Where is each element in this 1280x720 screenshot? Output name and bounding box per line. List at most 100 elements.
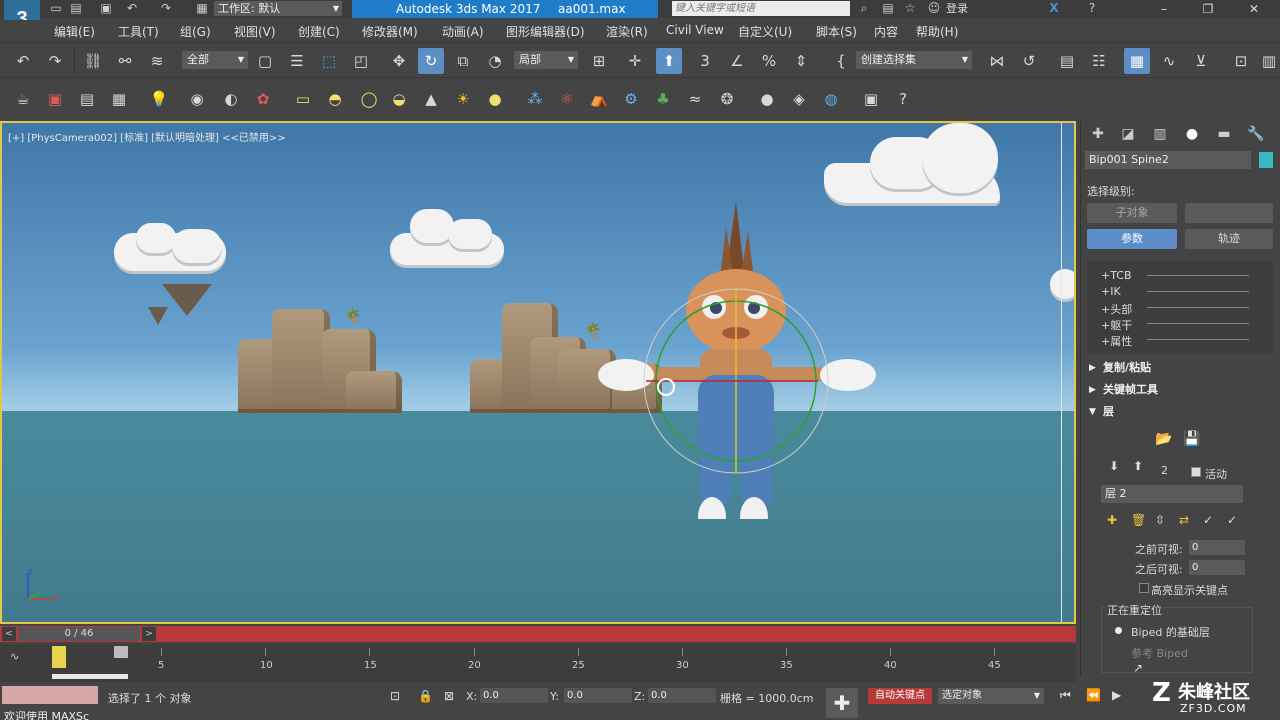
spinner-snap-icon[interactable]: ⇕: [788, 48, 814, 74]
align-icon[interactable]: ↺: [1016, 48, 1042, 74]
selection-filter-dropdown[interactable]: 全部 ▼: [182, 51, 248, 69]
menu-civil-view[interactable]: Civil View: [666, 23, 724, 37]
login-link[interactable]: 登录: [946, 0, 968, 18]
film-icon[interactable]: ✿: [250, 86, 276, 112]
undo-icon[interactable]: ↶: [10, 48, 36, 74]
undo-icon[interactable]: ↶: [124, 1, 140, 15]
sphere-icon[interactable]: ◯: [356, 86, 382, 112]
frame-counter[interactable]: 0 / 46: [18, 627, 140, 641]
track-item-ik[interactable]: +IK: [1101, 285, 1121, 298]
hemisphere-icon[interactable]: ◒: [386, 86, 412, 112]
workspace-dropdown[interactable]: 工作区: 默认 ▼: [214, 1, 342, 16]
auto-key-button[interactable]: 自动关键点: [868, 688, 932, 704]
utilities-tab-icon[interactable]: 🔧: [1245, 123, 1267, 145]
biped-base-radio[interactable]: [1115, 627, 1122, 634]
curve-editor-mini-icon[interactable]: ∿: [10, 650, 19, 663]
y-coordinate-field[interactable]: 0.0: [564, 688, 632, 703]
absolute-mode-icon[interactable]: ⊠: [444, 689, 454, 703]
menu-scripting[interactable]: 脚本(S): [816, 23, 857, 40]
select-object-icon[interactable]: ▢: [252, 48, 278, 74]
delete-layer-icon[interactable]: 🗑: [1131, 513, 1146, 527]
prev-frame-button[interactable]: <: [2, 627, 16, 641]
hierarchy-tab-icon[interactable]: ▥: [1149, 123, 1171, 145]
unlink-icon[interactable]: ⚯: [112, 48, 138, 74]
particles-icon[interactable]: ⁂: [522, 86, 548, 112]
bind-space-warp-icon[interactable]: ≋: [144, 48, 170, 74]
keyboard-shortcut-override-icon[interactable]: ⬆: [656, 48, 682, 74]
track-item-tcb[interactable]: +TCB: [1101, 269, 1132, 282]
key-mode-dropdown[interactable]: 选定对象 ▼: [938, 688, 1044, 704]
active-checkbox[interactable]: [1191, 467, 1201, 477]
rollout-keyframe-tools[interactable]: ▶ 关键帧工具: [1085, 381, 1271, 399]
track-item-torso[interactable]: +躯干: [1101, 317, 1132, 333]
next-frame-button[interactable]: >: [142, 627, 156, 641]
schematic-view-icon[interactable]: ⊻: [1188, 48, 1214, 74]
range-bar[interactable]: [52, 674, 128, 679]
percent-snap-icon[interactable]: %: [756, 48, 782, 74]
redo-icon[interactable]: ↷: [158, 1, 174, 15]
user-icon[interactable]: ☺: [926, 1, 942, 15]
motion-tab-icon[interactable]: ●: [1181, 123, 1203, 145]
reference-coord-dropdown[interactable]: 局部 ▼: [514, 51, 578, 69]
check-layer-icon[interactable]: ✓: [1203, 513, 1213, 527]
layers-icon[interactable]: ☷: [1086, 48, 1112, 74]
render-frame-icon[interactable]: ▣: [42, 86, 68, 112]
ribbon-icon[interactable]: ▦: [1124, 48, 1150, 74]
close-icon[interactable]: ✕: [1234, 0, 1274, 18]
light-icon[interactable]: 💡: [146, 86, 172, 112]
help-button[interactable]: ?: [1084, 1, 1100, 15]
object-name-field[interactable]: Bip001 Spine2: [1085, 151, 1251, 169]
save-icon[interactable]: ▣: [98, 1, 114, 15]
create-layer-icon[interactable]: ✚: [1107, 513, 1117, 527]
binoculars-icon[interactable]: ⌕: [856, 1, 872, 15]
open-file-icon[interactable]: ▤: [68, 1, 84, 15]
sun-icon[interactable]: ☀: [450, 86, 476, 112]
before-visible-spinner[interactable]: 0: [1189, 540, 1245, 555]
sphere-gizmo-icon[interactable]: ◍: [818, 86, 844, 112]
character-model[interactable]: [586, 199, 886, 519]
dome-icon[interactable]: ◓: [322, 86, 348, 112]
link-icon[interactable]: ⛓: [80, 48, 106, 74]
maxscript-welcome[interactable]: 欢迎使用 MAXSc: [4, 708, 89, 720]
tent-icon[interactable]: ⛺: [586, 86, 612, 112]
edit-named-selection-icon[interactable]: {: [828, 48, 854, 74]
disk-icon[interactable]: ●: [482, 86, 508, 112]
layer-explorer-icon[interactable]: ▤: [1054, 48, 1080, 74]
layer-up-icon[interactable]: ⬆: [1133, 459, 1143, 473]
shaded-sphere-icon[interactable]: ●: [754, 86, 780, 112]
project-icon[interactable]: ▦: [194, 1, 210, 15]
open-folder-icon[interactable]: 📂: [1155, 431, 1172, 447]
menu-modifiers[interactable]: 修改器(M): [362, 23, 418, 40]
collapse-layer-icon[interactable]: ⇳: [1155, 513, 1165, 527]
parameters-button[interactable]: 参数: [1087, 229, 1177, 249]
select-layer-icon[interactable]: ⇄: [1179, 513, 1189, 527]
rectangle-selection-icon[interactable]: ⬚: [316, 48, 342, 74]
x-coordinate-field[interactable]: 0.0: [480, 688, 548, 703]
play-icon[interactable]: ▶: [1112, 688, 1121, 702]
after-visible-spinner[interactable]: 0: [1189, 560, 1245, 575]
create-tab-icon[interactable]: ✚: [1087, 123, 1109, 145]
sub-object-button[interactable]: 子对象: [1087, 203, 1177, 223]
menu-content[interactable]: 内容: [874, 23, 898, 40]
perspective-viewport[interactable]: [+] [PhysCamera002] [标准] [默认明暗处理] <<已禁用>…: [0, 121, 1076, 624]
go-to-start-icon[interactable]: ⏮: [1060, 688, 1071, 703]
lock-icon[interactable]: 🔒: [418, 689, 433, 703]
render-icon[interactable]: ▤: [74, 86, 100, 112]
mirror-icon[interactable]: ⋈: [984, 48, 1010, 74]
isolate-icon[interactable]: ⊡: [390, 689, 400, 703]
object-color-swatch[interactable]: [1259, 152, 1273, 168]
menu-graph-editors[interactable]: 图形编辑器(D): [506, 23, 585, 40]
retarget-arrow-icon[interactable]: ↗: [1133, 661, 1143, 675]
window-crossing-icon[interactable]: ◰: [348, 48, 374, 74]
exchange-icon[interactable]: X: [1046, 1, 1062, 15]
named-selection-dropdown[interactable]: 创建选择集 ▼: [856, 51, 972, 69]
menu-customize[interactable]: 自定义(U): [738, 23, 792, 40]
sub-object-dropdown[interactable]: [1185, 203, 1273, 223]
viewport-label[interactable]: [+] [PhysCamera002] [标准] [默认明暗处理] <<已禁用>…: [8, 129, 286, 144]
teapot-icon[interactable]: ☕: [10, 86, 36, 112]
search-input[interactable]: 键入关键字或短语: [672, 1, 850, 16]
render-setup-icon[interactable]: ▥: [1256, 48, 1280, 74]
menu-rendering[interactable]: 渲染(R): [606, 23, 648, 40]
redo-icon[interactable]: ↷: [42, 48, 68, 74]
check-layer-icon[interactable]: ✓: [1227, 513, 1237, 527]
